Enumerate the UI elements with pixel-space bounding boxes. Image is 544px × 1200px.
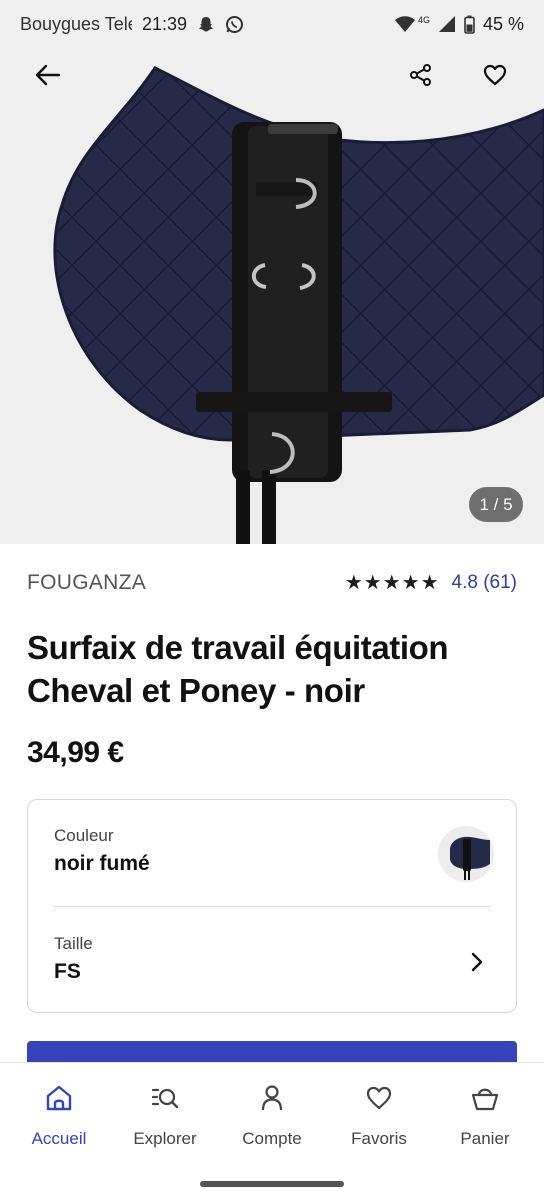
heart-icon bbox=[483, 64, 507, 86]
nav-item-accueil[interactable]: Accueil bbox=[9, 1081, 109, 1149]
chevron-right-icon bbox=[471, 952, 483, 972]
nav-item-panier[interactable]: Panier bbox=[435, 1081, 535, 1149]
rating-summary[interactable]: ★★★★★ 4.8 (61) bbox=[345, 570, 517, 595]
color-label: Couleur bbox=[54, 826, 114, 845]
bottom-navigation: Accueil Explorer Compte Favoris Panier bbox=[0, 1062, 544, 1200]
share-button[interactable] bbox=[398, 52, 444, 98]
arrow-left-icon bbox=[35, 64, 61, 86]
options-divider bbox=[54, 906, 490, 907]
signal-icon bbox=[438, 15, 456, 33]
nav-label: Compte bbox=[242, 1129, 302, 1148]
color-value: noir fumé bbox=[54, 852, 150, 875]
battery-percentage: 45 % bbox=[482, 13, 524, 34]
nav-label: Panier bbox=[460, 1129, 510, 1148]
favorite-button[interactable] bbox=[472, 52, 518, 98]
home-icon bbox=[42, 1081, 76, 1115]
account-icon bbox=[255, 1081, 289, 1115]
nav-label: Accueil bbox=[31, 1129, 87, 1148]
status-bar: Bouygues Tele 21:39 4G 45 % bbox=[0, 0, 544, 48]
size-label: Taille bbox=[54, 934, 93, 953]
product-options-card: Couleur noir fumé Taille FS bbox=[27, 799, 517, 1013]
snapchat-icon bbox=[197, 15, 215, 33]
product-title: Surfaix de travail équitation Cheval et … bbox=[27, 629, 449, 709]
carrier-name: Bouygues Tele bbox=[20, 13, 132, 34]
size-value: FS bbox=[54, 960, 81, 983]
nav-item-compte[interactable]: Compte bbox=[222, 1081, 322, 1149]
nav-item-favoris[interactable]: Favoris bbox=[329, 1081, 429, 1149]
product-image-gallery[interactable]: 1 / 5 bbox=[0, 0, 544, 544]
mobile-data-icon: 4G bbox=[417, 15, 430, 25]
clock: 21:39 bbox=[142, 13, 188, 34]
brand-rating-row: FOUGANZA ★★★★★ 4.8 (61) bbox=[27, 570, 517, 595]
color-option[interactable]: Couleur noir fumé bbox=[54, 826, 494, 906]
add-to-cart-button[interactable] bbox=[27, 1041, 517, 1063]
size-option[interactable]: Taille FS bbox=[54, 934, 490, 990]
wifi-icon bbox=[394, 15, 416, 33]
brand-name[interactable]: FOUGANZA bbox=[27, 571, 146, 595]
back-button[interactable] bbox=[25, 52, 71, 98]
whatsapp-icon bbox=[225, 15, 244, 34]
color-swatch-thumbnail[interactable] bbox=[438, 826, 494, 882]
product-price: 34,99 € bbox=[27, 736, 124, 769]
battery-icon bbox=[464, 15, 475, 34]
explore-search-icon bbox=[148, 1081, 182, 1115]
nav-label: Explorer bbox=[133, 1129, 197, 1148]
product-image bbox=[53, 66, 544, 544]
share-icon bbox=[410, 64, 431, 86]
rating-value: 4.8 (61) bbox=[451, 571, 517, 593]
basket-icon bbox=[468, 1081, 502, 1115]
nav-label: Favoris bbox=[351, 1129, 407, 1148]
nav-item-explorer[interactable]: Explorer bbox=[115, 1081, 215, 1149]
gesture-navigation-bar[interactable] bbox=[200, 1181, 344, 1187]
star-rating-icon: ★★★★★ bbox=[344, 572, 440, 594]
image-pager-indicator: 1 / 5 bbox=[469, 487, 523, 522]
heart-icon bbox=[362, 1081, 396, 1115]
